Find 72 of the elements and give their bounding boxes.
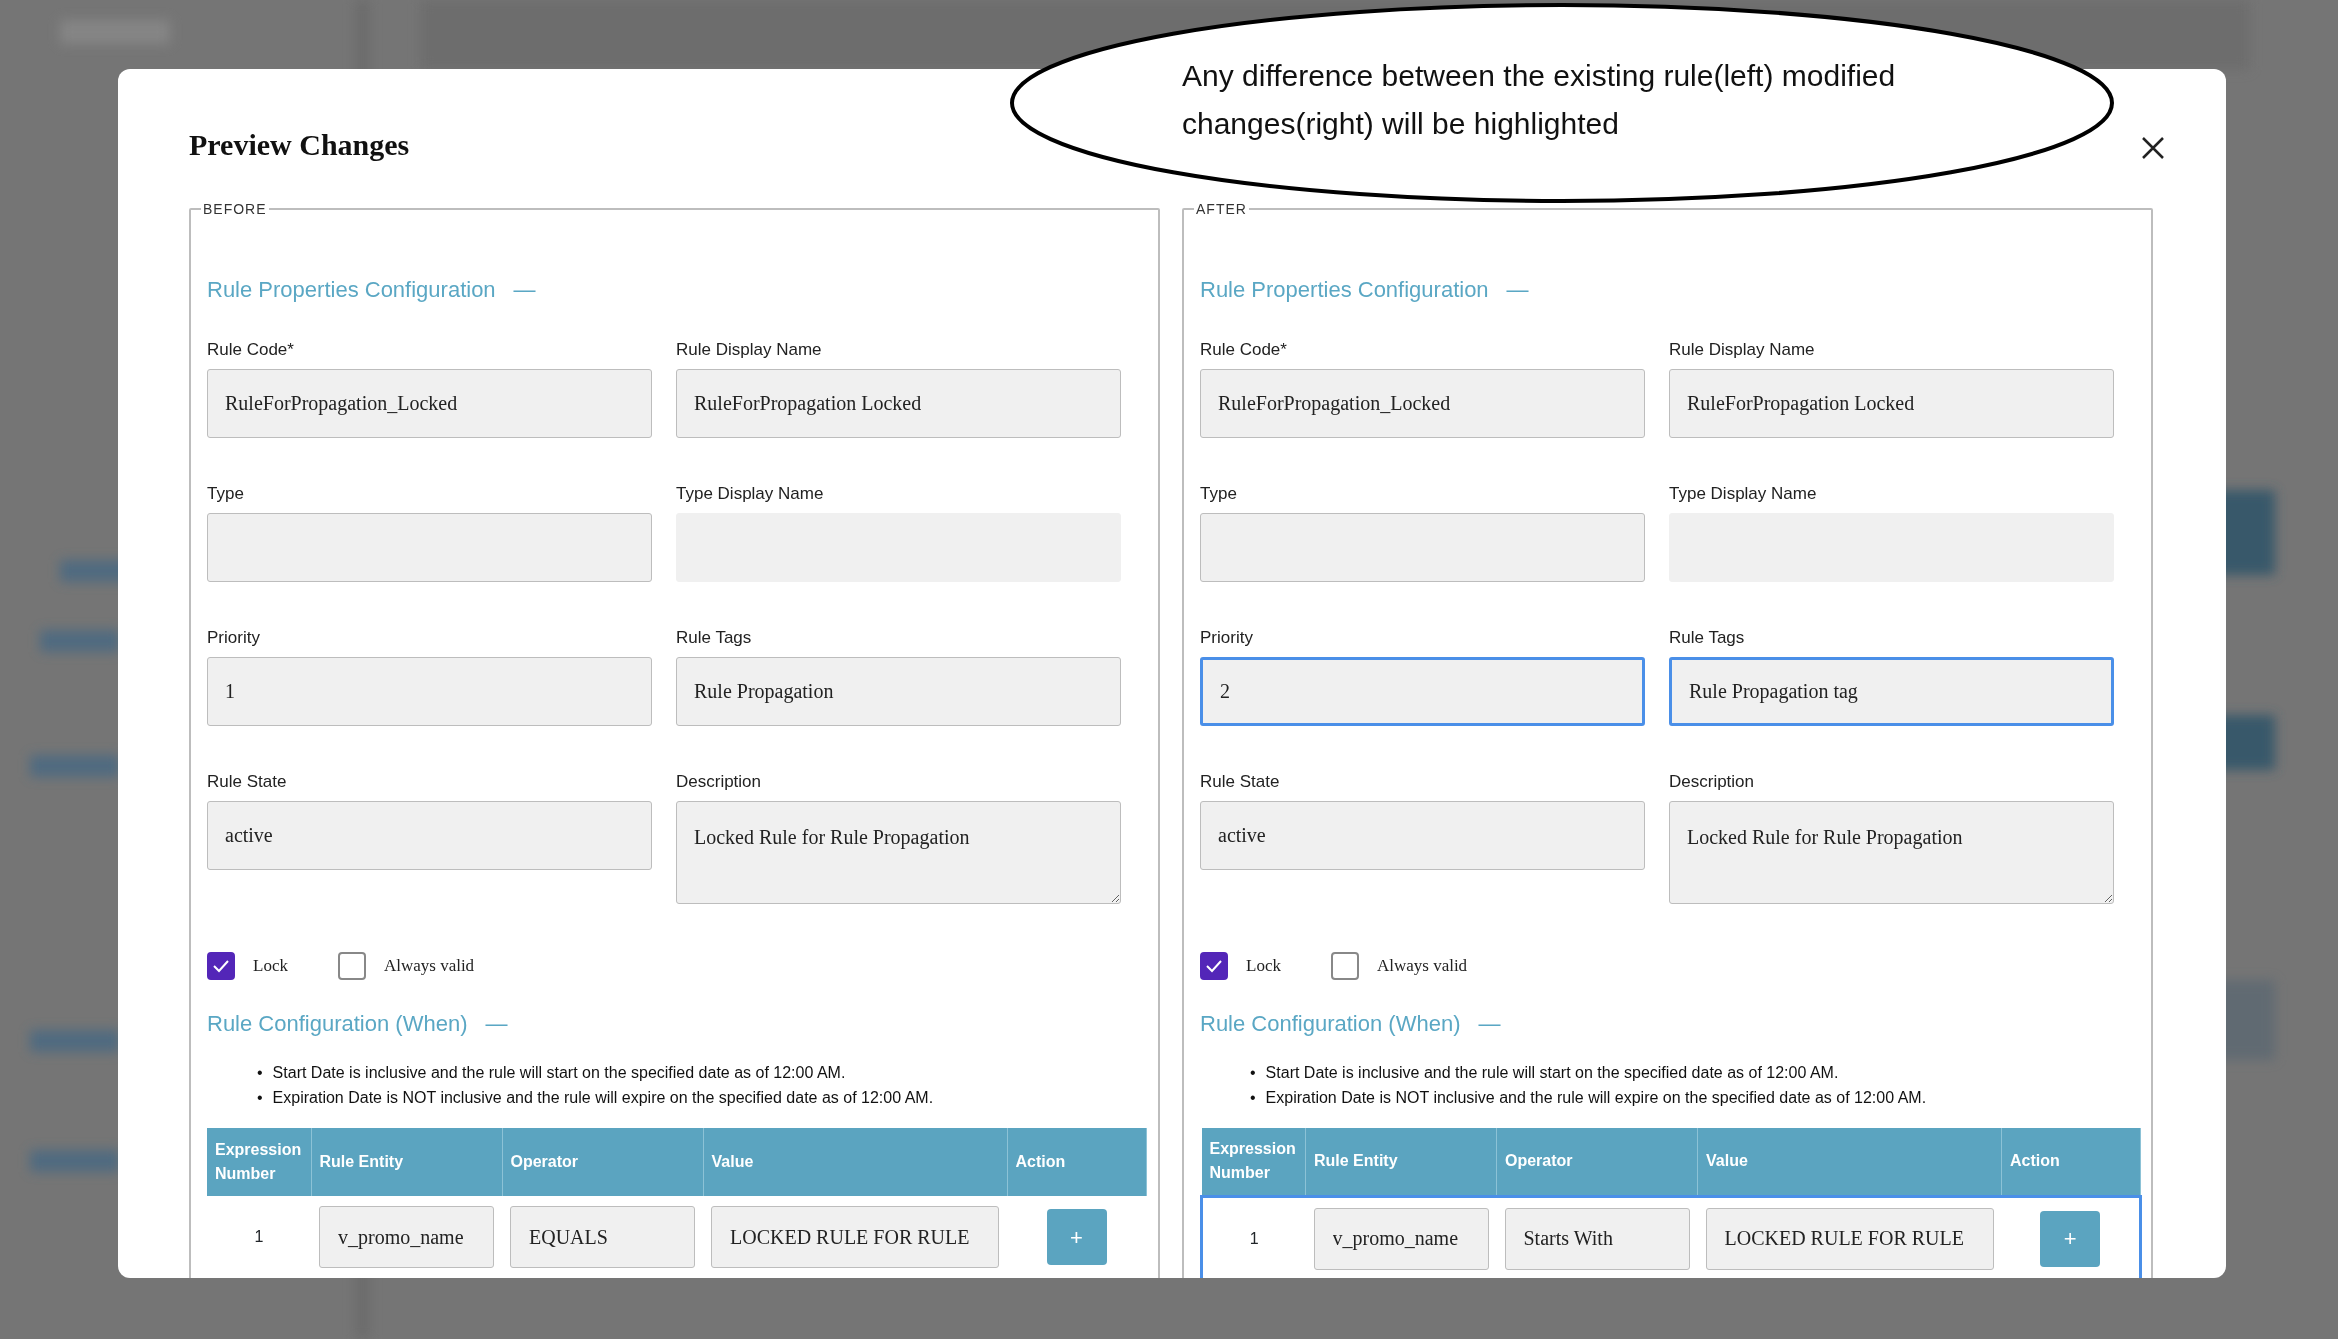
field-label: Type Display Name (1669, 483, 1817, 505)
field-label: Rule State (1200, 771, 1280, 793)
field-label: Rule State (207, 771, 287, 793)
note-text: Expiration Date is NOT inclusive and the rule will expire on the specified date as of 12:00 AM. (1265, 1088, 1927, 1108)
checkbox-label: Lock (1246, 955, 1281, 978)
checkbox-label: Lock (253, 955, 288, 978)
input-field[interactable] (1200, 513, 1645, 582)
column-header: Operator (1496, 1128, 1698, 1196)
input-field[interactable]: 2 (1200, 657, 1645, 726)
table-cell: 1 (207, 1196, 311, 1278)
field-label: Rule Tags (676, 627, 752, 649)
note-text: Start Date is inclusive and the rule will start on the specified date as of 12:00 AM. (272, 1063, 846, 1083)
input-field[interactable]: Rule Propagation (676, 657, 1121, 726)
field-label: Description (1669, 771, 1755, 793)
table-cell: 1 (1201, 1196, 1306, 1278)
column-header: Value (703, 1128, 1007, 1196)
input-field[interactable] (207, 513, 652, 582)
section-heading: Rule Configuration (When) (1200, 1010, 1461, 1038)
column-header: Expression Number (1201, 1128, 1306, 1196)
field-label: Rule Display Name (1669, 339, 1815, 361)
column-header: Rule Entity (311, 1128, 502, 1196)
field-label: Priority (207, 627, 260, 649)
callout-text: Any difference between the existing rule(left) modified changes(right) will be highlighted (1182, 58, 1897, 142)
dialog-title: Preview Changes (189, 127, 410, 163)
field-label: Rule Code* (1200, 339, 1287, 361)
checkbox-label: Always valid (383, 955, 475, 978)
checkbox[interactable] (337, 952, 366, 980)
field-label: Description (676, 771, 762, 793)
section-heading: Rule Properties Configuration (207, 276, 496, 304)
input-field[interactable]: LOCKED RULE FOR RULE (711, 1206, 999, 1268)
column-header: Expression Number (207, 1128, 311, 1196)
field-label: Priority (1200, 627, 1253, 649)
checkbox[interactable] (1200, 952, 1228, 980)
text-area[interactable]: Locked Rule for Rule Propagation (676, 801, 1121, 904)
input-field[interactable]: LOCKED RULE FOR RULE (1705, 1207, 1994, 1270)
text-area[interactable]: Locked Rule for Rule Propagation (1669, 801, 2114, 904)
checkbox-label: Always valid (1376, 955, 1468, 978)
bullet-mark: • (1250, 1063, 1256, 1083)
column-header: Rule Entity (1305, 1128, 1497, 1196)
field-label: Rule Display Name (676, 339, 822, 361)
check-icon (212, 959, 230, 973)
field-label: Rule Code* (207, 339, 294, 361)
check-icon (1205, 959, 1223, 973)
bullet-mark: • (257, 1088, 263, 1108)
input-field[interactable]: Rule Propagation tag (1669, 657, 2114, 726)
field-label: Type (207, 483, 244, 505)
section-heading: Rule Properties Configuration (1200, 276, 1489, 304)
input-field[interactable]: Starts With (1504, 1207, 1690, 1270)
input-field[interactable]: v_promo_name (319, 1206, 494, 1268)
input-field[interactable]: v_promo_name (1313, 1207, 1489, 1270)
column-header: Action (2001, 1128, 2141, 1196)
input-field[interactable]: active (1200, 801, 1645, 870)
bullet-mark: • (257, 1063, 263, 1083)
input-field[interactable]: RuleForPropagation Locked (676, 369, 1121, 438)
field-label: Type (1200, 483, 1237, 505)
input-field[interactable]: EQUALS (510, 1206, 695, 1268)
bullet-mark: • (1250, 1088, 1256, 1108)
input-field[interactable]: RuleForPropagation_Locked (207, 369, 652, 438)
column-header: Operator (502, 1128, 703, 1196)
section-heading: Rule Configuration (When) (207, 1010, 468, 1038)
input-field[interactable]: 1 (207, 657, 652, 726)
note-text: Expiration Date is NOT inclusive and the rule will expire on the specified date as of 12:00 AM. (272, 1088, 934, 1108)
column-header: Value (1697, 1128, 2002, 1196)
column-header: Action (1007, 1128, 1146, 1196)
input-field[interactable]: active (207, 801, 652, 870)
input-field[interactable]: RuleForPropagation Locked (1669, 369, 2114, 438)
input-field[interactable]: RuleForPropagation_Locked (1200, 369, 1645, 438)
checkbox[interactable] (1330, 952, 1359, 980)
checkbox[interactable] (207, 952, 235, 980)
note-text: Start Date is inclusive and the rule will start on the specified date as of 12:00 AM. (1265, 1063, 1839, 1083)
field-label: Rule Tags (1669, 627, 1745, 649)
field-label: Type Display Name (676, 483, 824, 505)
